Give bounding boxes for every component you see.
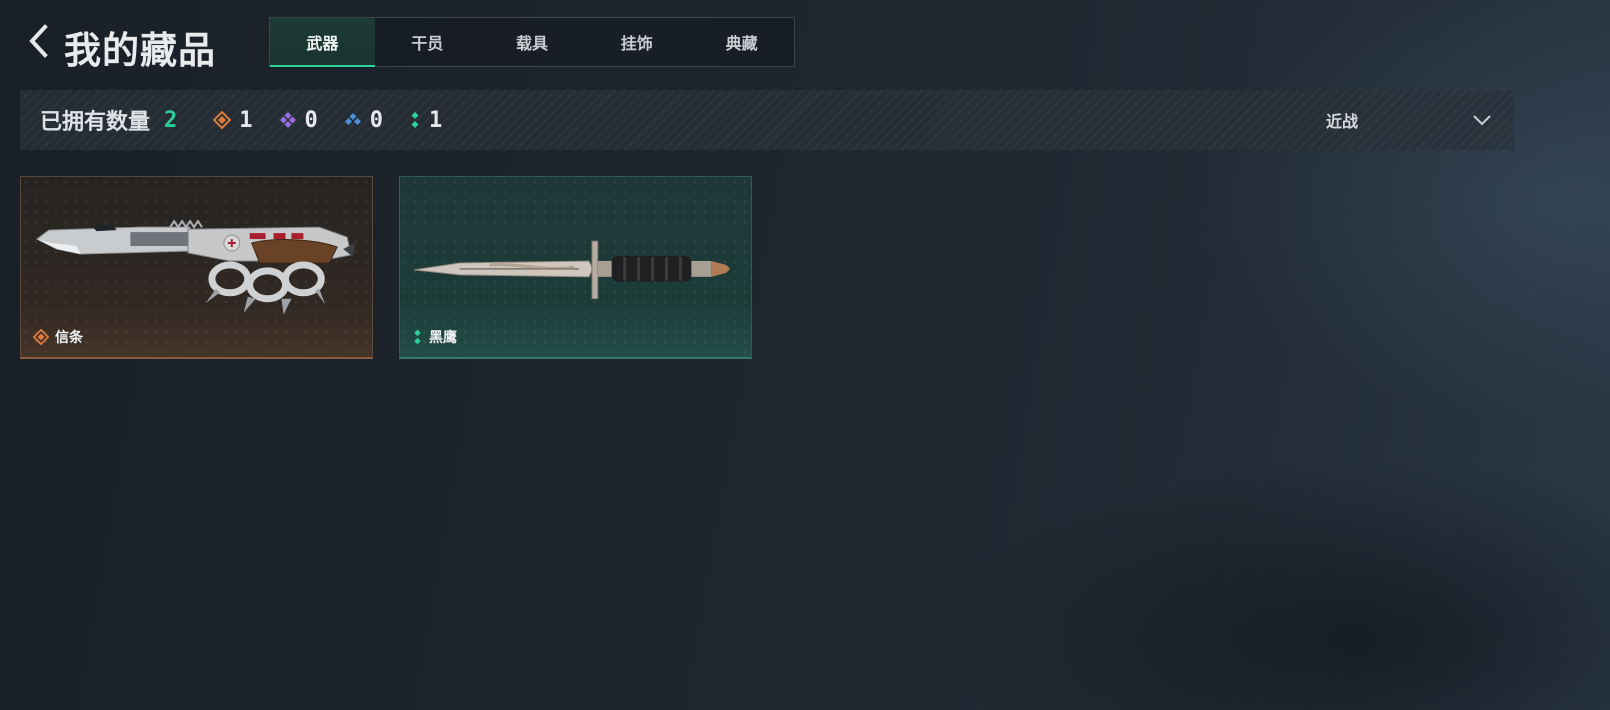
rarity-count-value: 1 [429, 107, 443, 133]
diamond-green-icon [414, 329, 421, 345]
diamond-orange-icon [33, 329, 49, 345]
filter-bar: 已拥有数量 2 1 0 0 1 近战 [20, 90, 1514, 150]
tab-weapons[interactable]: 武器 [270, 18, 375, 67]
rarity-count-green: 1 [409, 108, 442, 133]
diamond-purple-icon [279, 112, 296, 128]
diamond-orange-icon [213, 111, 232, 129]
diamond-green-icon [411, 112, 419, 128]
rarity-count-value: 1 [239, 107, 253, 133]
item-card-footer: 黑鹰 [412, 327, 457, 347]
tab-vehicles[interactable]: 载具 [480, 18, 585, 66]
owned-count-value: 2 [164, 107, 178, 133]
chevron-left-icon [29, 24, 48, 58]
rarity-count-value: 0 [304, 107, 318, 133]
diamond-blue-icon [344, 113, 361, 125]
tab-collection[interactable]: 典藏 [689, 18, 794, 66]
rarity-count-value: 0 [369, 107, 384, 133]
owned-count-label: 已拥有数量 [40, 109, 151, 134]
collection-screen: 我的藏品 武器 干员 载具 挂饰 典藏 已拥有数量 2 1 0 0 1 近战 信… [0, 0, 1610, 710]
item-card-footer: 信条 [33, 327, 83, 347]
back-button[interactable] [20, 22, 56, 60]
tab-operators[interactable]: 干员 [375, 18, 480, 66]
page-title: 我的藏品 [64, 30, 216, 71]
combat-dagger-image [413, 240, 731, 300]
chevron-down-icon [1473, 115, 1491, 126]
item-card[interactable]: 黑鹰 [399, 176, 752, 359]
rarity-count-purple: 0 [279, 108, 318, 133]
knuckle-knife-image [35, 219, 356, 315]
category-tabs: 武器 干员 载具 挂饰 典藏 [269, 17, 795, 67]
category-select[interactable]: 近战 [1319, 90, 1494, 150]
item-name: 信条 [55, 329, 83, 345]
item-card[interactable]: 信条 [20, 176, 373, 359]
rarity-count-orange: 1 [213, 107, 253, 133]
item-name: 黑鹰 [429, 329, 457, 345]
tab-charms[interactable]: 挂饰 [584, 18, 689, 66]
category-select-value: 近战 [1326, 114, 1359, 131]
rarity-count-blue: 0 [344, 108, 383, 133]
